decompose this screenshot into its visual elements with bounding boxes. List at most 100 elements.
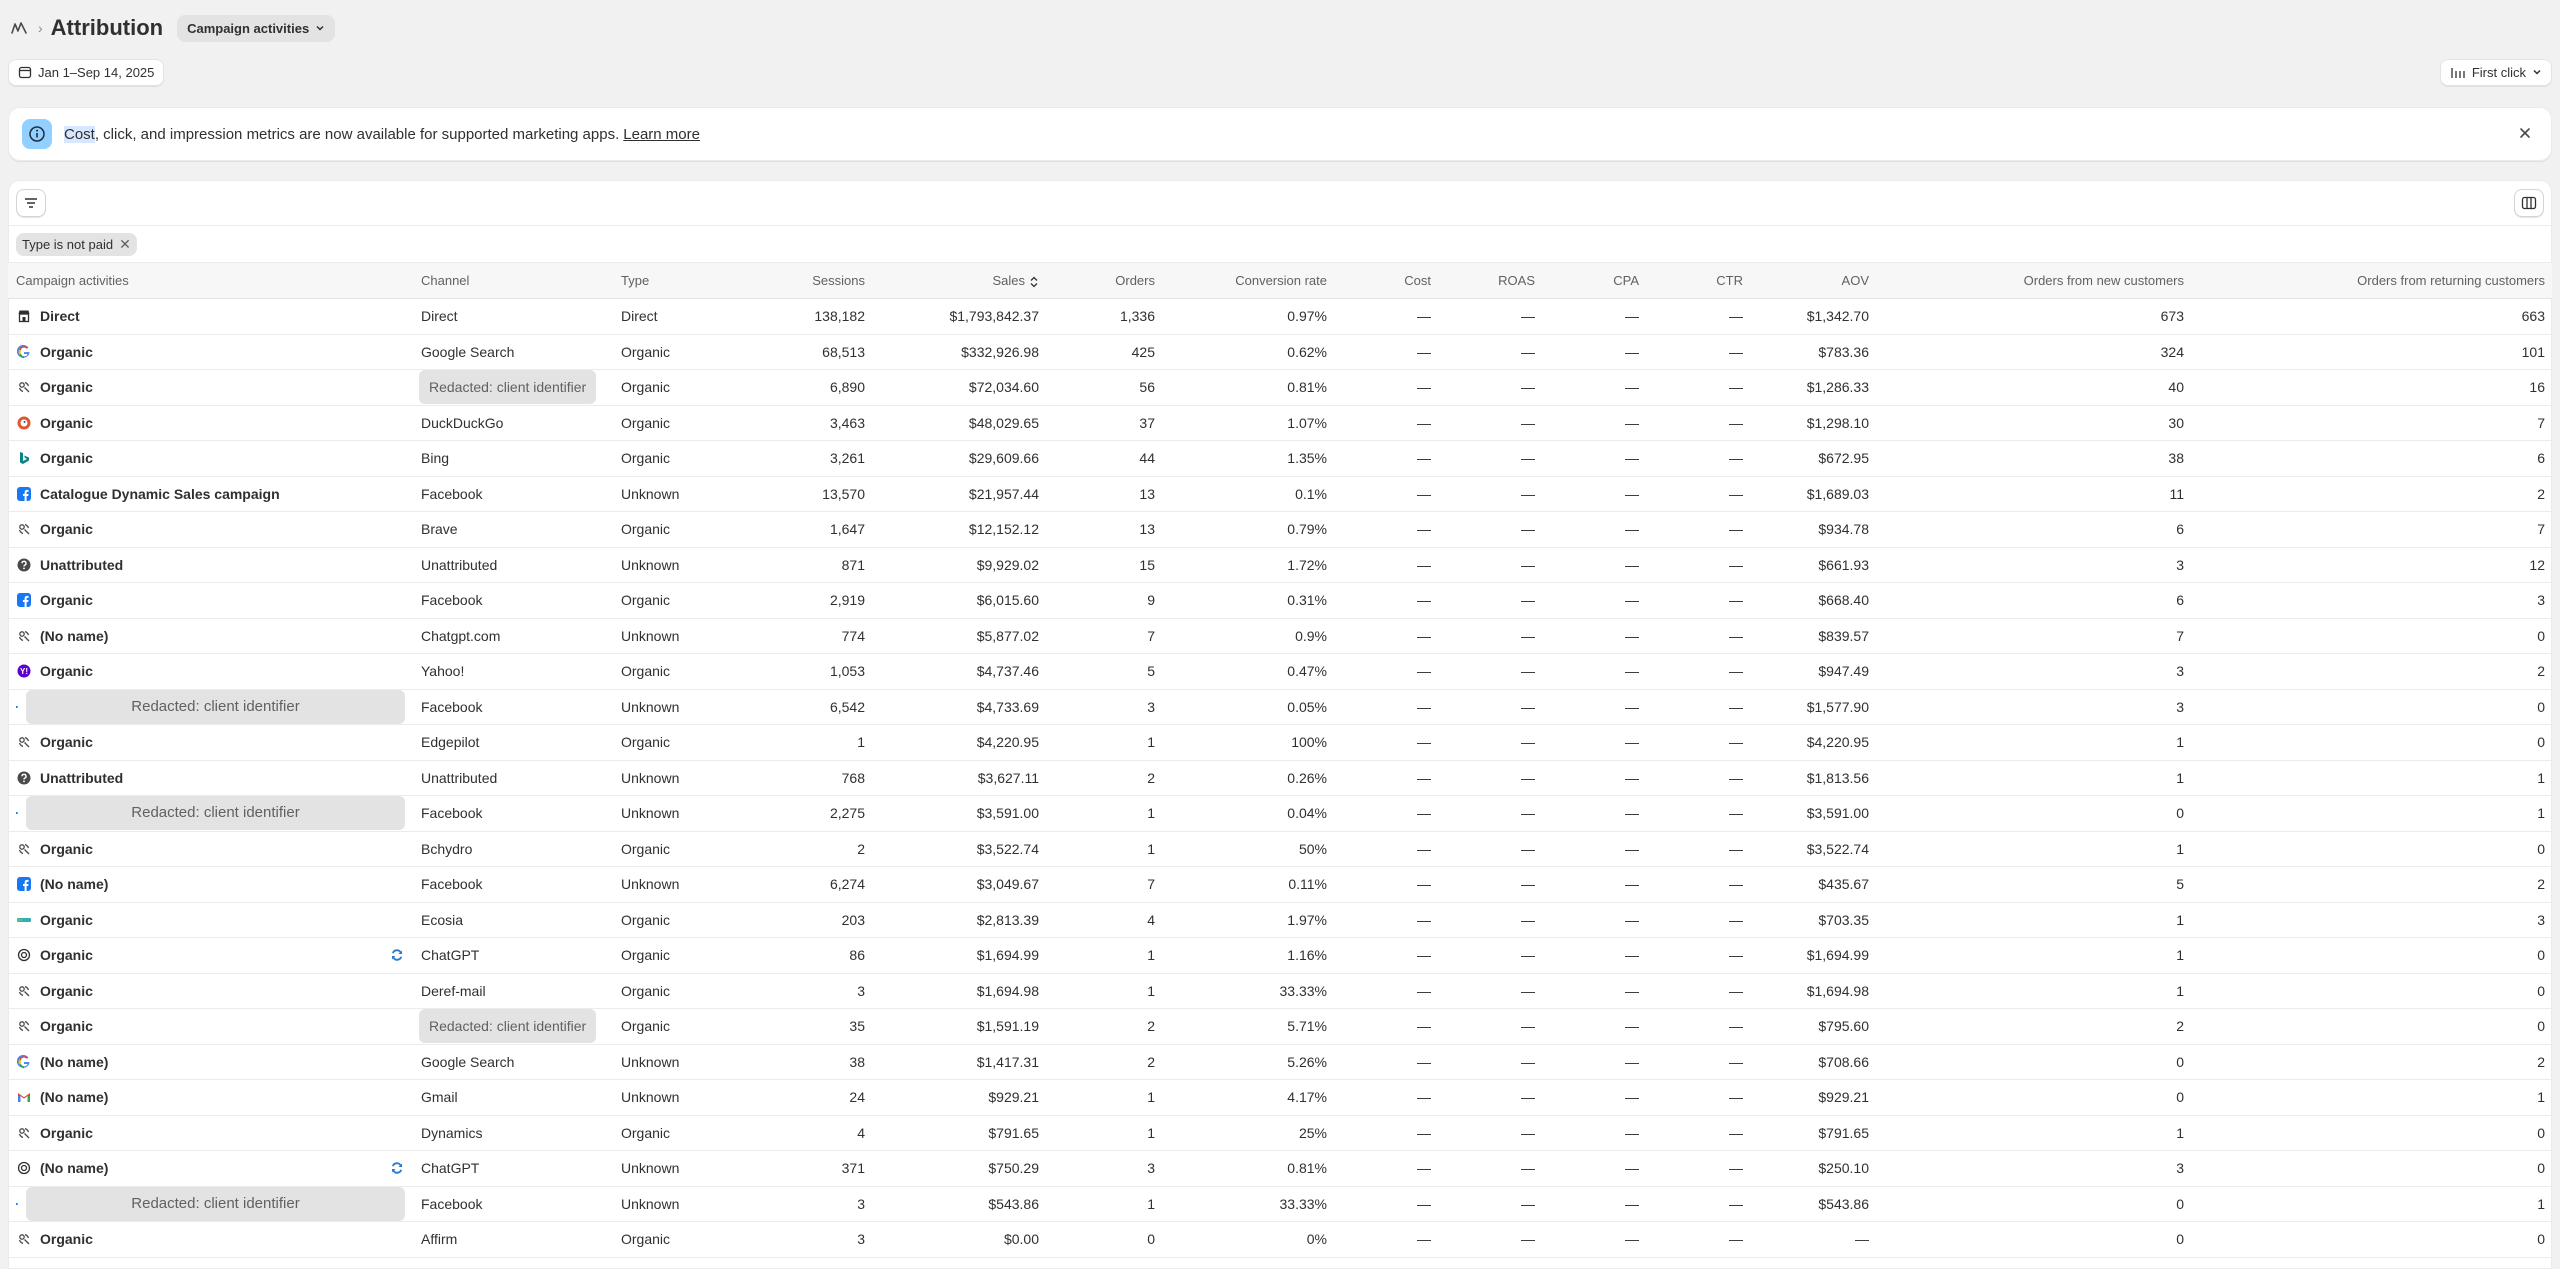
table-row[interactable]: Redacted: client identifier Facebook Unkno… <box>8 795 2552 832</box>
table-row[interactable]: (No name) Facebook Unknown 6,274 $3,049.67 7 0… <box>8 866 2552 903</box>
campaign-name[interactable]: Organic <box>40 1231 405 1247</box>
table-row[interactable]: (No name) Google Search Unknown 38 $1,417.31… <box>8 1044 2552 1080</box>
campaign-name[interactable]: Organic <box>40 379 405 395</box>
table-row[interactable]: Organic ChatGPT Organic 86 $1,694.99 1 1.16% — —… <box>8 937 2552 974</box>
campaign-name[interactable]: (No name) <box>40 876 405 892</box>
table-row[interactable]: Organic Edgepilot Organic 1 $4,220.95 1 100% — —… <box>8 724 2552 761</box>
table-row[interactable]: (No name) Gmail Unknown 24 $929.21 1 4.17% — — — —… <box>8 1079 2552 1116</box>
learn-more-link[interactable]: Learn more <box>623 126 700 143</box>
table-row[interactable]: Unattributed Unattributed Unknown 768 $3,627… <box>8 760 2552 796</box>
table-row[interactable]: Redacted: client identifier Facebook Unkno… <box>8 689 2552 725</box>
channel-cell: Chatgpt.com <box>413 618 613 654</box>
report-selector[interactable]: Campaign activities <box>177 14 336 42</box>
table-row[interactable]: Redacted: client identifier Facebook Unkno… <box>8 1186 2552 1222</box>
table-row[interactable]: Organic Bchydro Organic 2 $3,522.74 1 50% — — — — $… <box>8 831 2552 867</box>
col-header-orders[interactable]: Orders <box>1047 262 1163 299</box>
col-header-aov[interactable]: AOV <box>1751 262 1877 299</box>
campaign-name[interactable]: Organic <box>40 983 405 999</box>
col-header-sales-cell[interactable]: Sales <box>873 262 1047 299</box>
date-range-button[interactable]: Jan 1–Sep 14, 2025 <box>8 58 165 86</box>
campaign-name[interactable]: Organic <box>40 663 405 679</box>
filter-button[interactable] <box>16 188 46 217</box>
campaign-name[interactable]: Organic <box>40 734 405 750</box>
cost-cell: — <box>1335 1115 1439 1151</box>
table-row[interactable]: Organic Dynamics Organic 4 $791.65 1 25% — — — — $7… <box>8 1115 2552 1151</box>
campaign-name[interactable]: Organic <box>40 841 405 857</box>
campaign-name[interactable]: Organic <box>40 1018 405 1034</box>
orders-cell: 1 <box>1047 1079 1163 1116</box>
campaign-name[interactable]: (No name) <box>40 1054 405 1070</box>
close-icon[interactable] <box>2512 120 2538 149</box>
campaign-name[interactable]: Unattributed <box>40 557 405 573</box>
table-row[interactable]: Unattributed Unattributed Unknown 871 $9,929… <box>8 547 2552 583</box>
remove-filter-icon[interactable]: ✕ <box>119 236 131 253</box>
table-row[interactable]: Organic Facebook Organic 2,919 $6,015.60 9 0.3… <box>8 582 2552 619</box>
campaign-name[interactable]: Redacted: client identifier <box>26 796 405 831</box>
campaign-name[interactable]: Organic <box>40 912 405 928</box>
conversion-rate-cell: 0.1% <box>1163 476 1335 512</box>
campaign-cell-content: (No name) <box>16 1089 405 1105</box>
store-icon <box>16 308 32 324</box>
col-header-cost[interactable]: Cost <box>1335 262 1439 299</box>
col-header-conversion-rate[interactable]: Conversion rate <box>1163 262 1335 299</box>
sales-cell: $543.86 <box>873 1186 1047 1222</box>
svg-text:Y!: Y! <box>20 667 28 676</box>
aov-cell: $661.93 <box>1751 547 1877 583</box>
col-header-ctr[interactable]: CTR <box>1647 262 1751 299</box>
table-row[interactable]: Direct Direct Direct 138,182 $1,793,842.37 1,… <box>8 298 2552 335</box>
cpa-cell: — <box>1543 724 1647 761</box>
table-row[interactable]: Organic Affirm Organic 3 $0.00 0 0% — — — — —0 0 <box>8 1221 2552 1258</box>
col-header-new-customers[interactable]: Orders from new customers <box>1877 262 2192 299</box>
orders-cell: 44 <box>1047 440 1163 477</box>
breadcrumb-separator: › <box>38 20 43 36</box>
campaign-name[interactable]: (No name) <box>40 1160 381 1176</box>
campaign-cell: Unattributed <box>8 760 413 796</box>
campaign-name[interactable]: Redacted: client identifier <box>26 689 405 724</box>
campaign-name[interactable]: (No name) <box>40 1089 405 1105</box>
table-row[interactable]: Organic Bing Organic 3,261 $29,609.66 44 1.35%… <box>8 440 2552 477</box>
campaign-name[interactable]: Organic <box>40 592 405 608</box>
col-header-campaign[interactable]: Campaign activities <box>8 262 413 299</box>
sessions-cell: 6,890 <box>733 369 873 406</box>
campaign-name[interactable]: Organic <box>40 947 381 963</box>
campaign-name[interactable]: Redacted: client identifier <box>26 1186 405 1221</box>
filter-chip[interactable]: Type is not paid ✕ <box>16 232 137 256</box>
analytics-icon[interactable] <box>8 17 30 39</box>
campaign-name[interactable]: Organic <box>40 450 405 466</box>
table-row[interactable]: Organic Brave Organic 1,647 $12,152.12 13 0.79… <box>8 511 2552 548</box>
table-row[interactable]: Y! Organic Yahoo! Organic 1,053 $4,737.46 5 0.4… <box>8 653 2552 690</box>
col-header-type[interactable]: Type <box>613 262 733 299</box>
campaign-name[interactable]: Organic <box>40 1125 405 1141</box>
col-header-channel[interactable]: Channel <box>413 262 613 299</box>
attribution-model-button[interactable]: First click <box>2439 58 2552 86</box>
col-header-returning-customers[interactable]: Orders from returning customers <box>2192 262 2552 299</box>
columns-button[interactable] <box>2514 188 2544 217</box>
table-row[interactable]: Organic Google Search Organic 68,513 $332,92… <box>8 334 2552 370</box>
campaign-name[interactable]: Organic <box>40 344 405 360</box>
table-row[interactable]: (No name) Chatgpt.com Unknown 774 $5,877.02 7… <box>8 618 2552 654</box>
col-header-sessions[interactable]: Sessions <box>733 262 873 299</box>
table-row[interactable]: Organic Redacted: client identifier Organi… <box>8 369 2552 406</box>
table-row[interactable]: Organic Deref-mail Organic 3 $1,694.98 1 33.33… <box>8 973 2552 1009</box>
type-cell: Organic <box>613 902 733 938</box>
table-row[interactable]: Catalogue Dynamic Sales campaign Facebook… <box>8 476 2552 512</box>
returning-customer-orders-cell: 0 <box>2192 831 2552 867</box>
col-header-cpa[interactable]: CPA <box>1543 262 1647 299</box>
campaign-cell-content: Organic <box>16 912 405 928</box>
channel-cell: Yahoo! <box>413 653 613 690</box>
table-row[interactable]: (No name) ChatGPT Unknown 371 $750.29 3 0.81% —… <box>8 1150 2552 1187</box>
col-header-roas[interactable]: ROAS <box>1439 262 1543 299</box>
channel-cell: Google Search <box>413 334 613 370</box>
channel-name: ChatGPT <box>421 1160 480 1177</box>
ctr-cell: — <box>1647 1221 1751 1258</box>
campaign-name[interactable]: Catalogue Dynamic Sales campaign <box>40 486 405 502</box>
table-row[interactable]: Organic DuckDuckGo Organic 3,463 $48,029.65 3… <box>8 405 2552 441</box>
campaign-name[interactable]: (No name) <box>40 628 405 644</box>
table-row[interactable]: Organic Ecosia Organic 203 $2,813.39 4 1.97% — —… <box>8 902 2552 938</box>
campaign-name[interactable]: Organic <box>40 521 405 537</box>
campaign-name[interactable]: Direct <box>40 308 405 324</box>
table-row[interactable]: Organic Redacted: client identifier Organi… <box>8 1008 2552 1045</box>
campaign-name[interactable]: Organic <box>40 415 405 431</box>
google-icon <box>16 1054 32 1070</box>
campaign-name[interactable]: Unattributed <box>40 770 405 786</box>
